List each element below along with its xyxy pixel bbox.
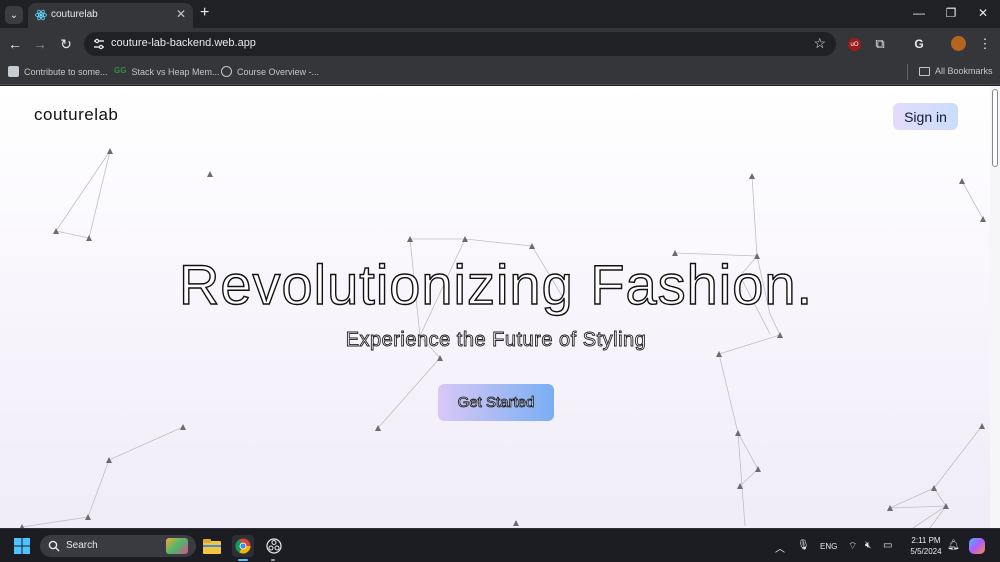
address-bar[interactable]: couture-lab-backend.web.app ☆ — [84, 32, 836, 56]
clock[interactable]: 2:11 PM 5/5/2024 — [906, 535, 946, 557]
menu-kebab-icon[interactable]: ⋮ — [977, 36, 993, 52]
page-scrollbar[interactable] — [990, 86, 1000, 528]
get-started-button[interactable]: Get Started — [438, 384, 554, 421]
tab-strip: ⌄ couturelab ✕ + — ❐ ✕ — [0, 0, 1000, 28]
tab-search-button[interactable]: ⌄ — [5, 6, 23, 24]
hero-subheadline: Experience the Future of Styling — [345, 329, 647, 352]
geeksforgeeks-icon: GG — [114, 66, 127, 75]
bookmark-star-icon[interactable]: ☆ — [813, 35, 826, 52]
tab-title: couturelab — [51, 9, 98, 20]
running-app-indicator — [271, 559, 275, 561]
globe-icon — [221, 66, 232, 77]
sign-in-button[interactable]: Sign in — [893, 103, 958, 130]
clock-date: 5/5/2024 — [910, 547, 942, 556]
back-icon[interactable]: ← — [6, 35, 24, 53]
windows-start-icon[interactable] — [14, 538, 30, 554]
site-logo[interactable]: couturelab — [34, 105, 118, 125]
volume-muted-icon[interactable]: 🔇︎ — [865, 540, 871, 551]
all-bookmarks-label: All Bookmarks — [935, 66, 993, 76]
active-tab[interactable]: couturelab ✕ — [28, 3, 193, 28]
tray-overflow-chevron-icon[interactable]: ︿ — [775, 540, 785, 555]
microphone-icon[interactable]: 🎙︎ — [797, 540, 810, 551]
minimize-icon[interactable]: — — [909, 6, 929, 20]
bookmarks-divider — [907, 64, 908, 80]
wifi-icon[interactable]: ⌔ — [848, 540, 857, 553]
all-bookmarks[interactable]: All Bookmarks — [919, 66, 993, 76]
restore-icon[interactable]: ❐ — [941, 6, 961, 20]
battery-icon[interactable]: ▭ — [883, 540, 892, 551]
bookmark-stack-heap[interactable]: GG Stack vs Heap Mem... — [114, 66, 219, 77]
react-favicon-icon — [35, 9, 47, 21]
copilot-icon[interactable] — [969, 538, 985, 554]
google-icon[interactable]: G — [911, 36, 927, 52]
input-language[interactable]: ENG — [820, 542, 837, 551]
file-explorer-icon[interactable] — [201, 535, 223, 557]
search-label: Search — [66, 540, 98, 551]
bookmark-contribute[interactable]: Contribute to some... — [8, 66, 108, 77]
bookmark-label: Contribute to some... — [24, 66, 108, 77]
ublock-extension-icon[interactable]: uO — [848, 38, 861, 51]
scrollbar-thumb[interactable] — [992, 89, 998, 167]
forward-icon[interactable]: → — [31, 35, 49, 53]
taskbar-search[interactable]: Search — [40, 535, 196, 557]
chrome-icon[interactable] — [232, 535, 254, 557]
bookmark-favicon-icon — [8, 66, 19, 77]
hero-headline: Revolutionizing Fashion. — [178, 252, 814, 316]
clock-time: 2:11 PM — [911, 536, 941, 545]
reload-icon[interactable]: ↻ — [57, 35, 75, 53]
tab-close-icon[interactable]: ✕ — [176, 7, 186, 21]
search-highlight-icon — [166, 538, 188, 554]
bookmarks-bar: Contribute to some... GG Stack vs Heap M… — [0, 60, 1000, 85]
browser-toolbar: ← → ↻ couture-lab-backend.web.app ☆ uO ⧉… — [0, 28, 1000, 60]
site-info-icon[interactable] — [92, 37, 106, 51]
new-tab-button[interactable]: + — [200, 5, 209, 21]
extensions-puzzle-icon[interactable]: ⧉ — [872, 36, 888, 52]
notifications-bell-icon[interactable]: 🔔︎ — [947, 540, 960, 551]
windows-taskbar: Search ︿ 🎙︎ ENG ⌔ 🔇︎ ▭ 2:11 PM 5/5/2024 … — [0, 528, 1000, 562]
close-window-icon[interactable]: ✕ — [973, 6, 993, 20]
active-app-indicator — [238, 559, 248, 561]
url-text: couture-lab-backend.web.app — [111, 37, 256, 49]
search-icon — [48, 540, 60, 552]
bookmark-course-overview[interactable]: Course Overview -... — [221, 66, 319, 77]
web-page: couturelab Sign in Revolutionizing Fashi… — [0, 86, 1000, 528]
profile-avatar[interactable] — [951, 36, 966, 51]
bookmark-label: Course Overview -... — [237, 66, 320, 77]
bookmark-label: Stack vs Heap Mem... — [131, 66, 220, 77]
obs-studio-icon[interactable] — [263, 535, 285, 557]
folder-icon — [919, 66, 930, 76]
